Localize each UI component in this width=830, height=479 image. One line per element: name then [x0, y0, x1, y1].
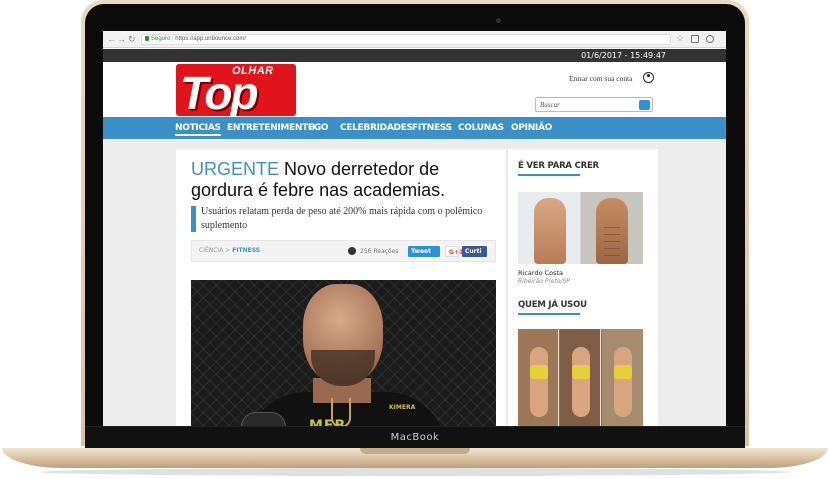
- article-subheadline: Usuários relatam perda de peso até 200% …: [201, 206, 483, 231]
- mosaic-tile: [518, 329, 559, 426]
- camera-icon: [496, 18, 501, 23]
- menu-item-opiniao[interactable]: OPINIÃO: [511, 123, 552, 133]
- article: URGENTE Novo derretedor de gordura é feb…: [176, 149, 506, 426]
- mosaic-tile: [560, 329, 601, 426]
- person-figure: [572, 347, 590, 417]
- person-figure: [530, 347, 548, 417]
- breadcrumb-current[interactable]: FITNESS: [232, 247, 260, 254]
- gplus-button[interactable]: G+1: [445, 246, 463, 257]
- reload-icon[interactable]: ↻: [128, 34, 136, 44]
- menu-item-fitness[interactable]: FITNESS: [412, 123, 452, 133]
- sidebar: É VER PARA CRER Ricardo Costa Ribeirão P…: [508, 149, 658, 426]
- person-figure: [614, 347, 632, 417]
- laptop-frame: ← → ↻ Seguro | https://app.unbounce.com/…: [0, 0, 830, 479]
- logo-top-text: Top: [180, 67, 259, 116]
- article-headline: URGENTE Novo derretedor de gordura é feb…: [191, 159, 496, 201]
- reactions-count: 256 Reações: [360, 248, 399, 255]
- facebook-like-button[interactable]: Curti: [462, 246, 487, 257]
- secure-label: Seguro: [151, 36, 171, 42]
- menu-item-entretenimento[interactable]: ENTRETENIMENTO: [227, 123, 316, 133]
- bookmark-star-icon[interactable]: ☆: [676, 33, 684, 44]
- browser-toolbar: ← → ↻ Seguro | https://app.unbounce.com/…: [103, 31, 726, 48]
- forward-icon[interactable]: →: [117, 34, 126, 44]
- laptop-notch: [360, 448, 470, 454]
- person-top: [614, 365, 632, 379]
- person-top: [572, 365, 590, 379]
- lock-icon: [145, 36, 149, 41]
- mosaic-tile: [602, 329, 643, 426]
- main-menu: NOTICIAS ENTRETENIMENTO EGO CELEBRIDADES…: [103, 117, 726, 139]
- menu-icon[interactable]: [706, 35, 714, 43]
- article-hero-photo: MFB KIMERA: [191, 280, 496, 426]
- screen: ← → ↻ Seguro | https://app.unbounce.com/…: [103, 31, 726, 426]
- fighter-glove: [241, 412, 286, 426]
- before-torso: [534, 198, 566, 264]
- laptop-shadow: [40, 468, 790, 476]
- users-photo-mosaic[interactable]: [518, 329, 643, 426]
- person-top: [530, 365, 548, 379]
- search-input[interactable]: Buscar: [535, 97, 653, 112]
- urgent-tag: URGENTE: [191, 159, 280, 179]
- search-button[interactable]: [639, 100, 650, 110]
- testimonial-name: Ricardo Costa: [518, 269, 564, 277]
- menu-item-ego[interactable]: EGO: [308, 123, 329, 133]
- user-icon[interactable]: [643, 72, 654, 83]
- reactions-icon: [348, 247, 356, 255]
- cast-icon[interactable]: [691, 35, 699, 43]
- device-label: MacBook: [390, 432, 440, 443]
- address-bar[interactable]: Seguro | https://app.unbounce.com/: [141, 34, 671, 45]
- before-after-photo[interactable]: [518, 192, 643, 264]
- breadcrumb: CIÊNCIA > FITNESS: [199, 247, 260, 254]
- shirt-print: MFB: [309, 418, 347, 426]
- breadcrumb-prefix: CIÊNCIA >: [199, 247, 233, 254]
- tweet-button[interactable]: Tweet: [408, 246, 440, 257]
- sidebar-title-ver-para-crer: É VER PARA CRER: [518, 161, 599, 171]
- testimonial-location: Ribeirão Preto/SP: [518, 278, 570, 285]
- article-meta-bar: CIÊNCIA > FITNESS 256 Reações Tweet G+1 …: [191, 240, 496, 262]
- login-link[interactable]: Entrar com sua conta: [569, 74, 633, 83]
- laptop-chin: MacBook: [85, 426, 745, 448]
- datetime: 01/6/2017 - 15:49:47: [581, 51, 666, 60]
- sidebar-title-rule: [518, 174, 580, 176]
- subhead-accent: [191, 206, 196, 232]
- url-text: https://app.unbounce.com/: [175, 36, 246, 42]
- shirt-badge: KIMERA: [389, 404, 416, 411]
- menu-item-noticias[interactable]: NOTICIAS: [175, 123, 221, 136]
- site-header: OLHAR Top Entrar com sua conta Buscar: [103, 62, 726, 116]
- date-bar: 01/6/2017 - 15:49:47: [103, 49, 726, 62]
- menu-item-celebridades[interactable]: CELEBRIDADES: [340, 123, 413, 133]
- site-logo[interactable]: OLHAR Top: [176, 64, 296, 116]
- sidebar-title-rule-2: [518, 313, 580, 315]
- after-abs: [604, 226, 620, 256]
- menu-item-colunas[interactable]: COLUNAS: [458, 123, 504, 133]
- sidebar-title-quem-ja-usou: QUEM JÁ USOU: [518, 300, 587, 310]
- back-icon[interactable]: ←: [107, 34, 116, 44]
